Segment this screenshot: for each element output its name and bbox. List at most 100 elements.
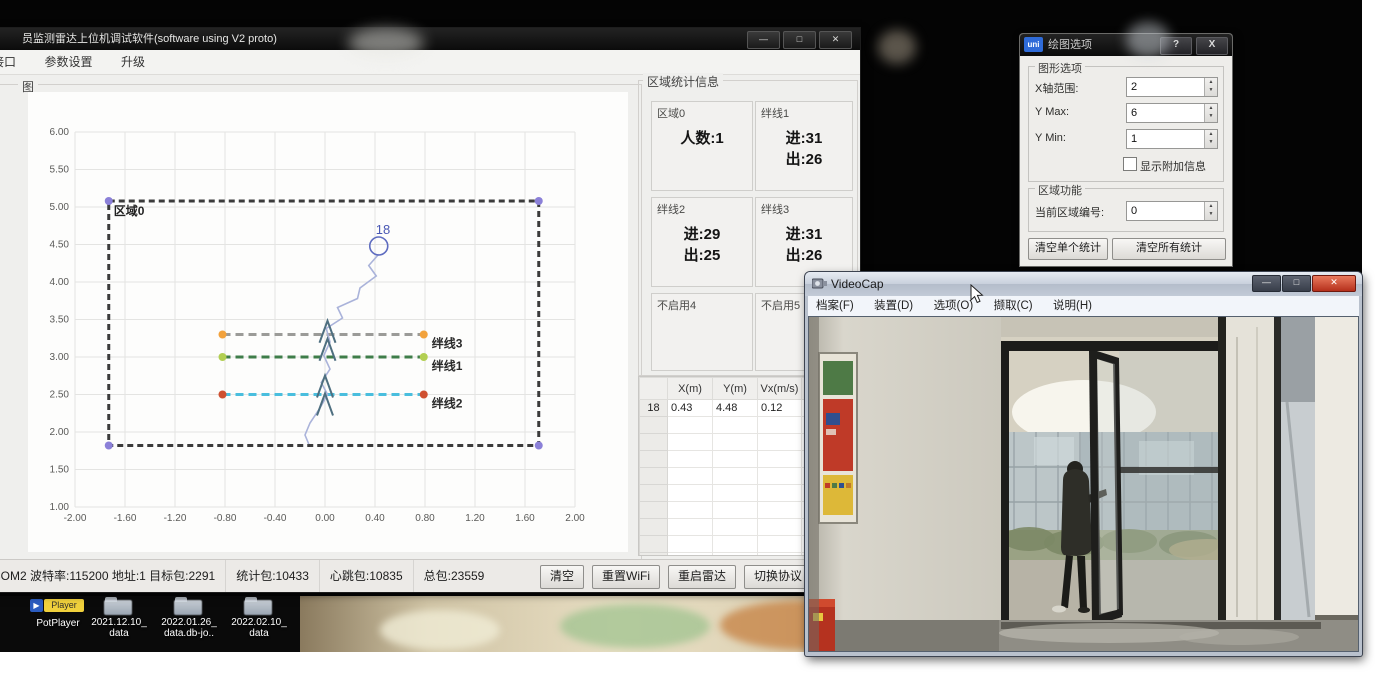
stat-value: 出:26 (786, 247, 823, 264)
spinner-arrows-icon[interactable]: ▲▼ (1204, 202, 1217, 220)
cell-id: 18 (640, 400, 668, 417)
stat-box-label: 区域0 (657, 105, 685, 121)
vcap-menu-device[interactable]: 装置(D) (866, 296, 921, 316)
videocap-maximize-button[interactable]: □ (1282, 275, 1311, 292)
y-min-label: Y Min: (1035, 132, 1066, 144)
radar-menubar: 接口 参数设置 升级 (0, 50, 860, 75)
stat-box-label: 绊线3 (761, 201, 789, 217)
screen: ▶ Player PotPlayer 2021.12.10_ data 2022… (0, 0, 1375, 679)
reset-wifi-button[interactable]: 重置WiFi (592, 565, 660, 589)
current-region-value: 0 (1131, 203, 1137, 219)
videocap-minimize-button[interactable]: — (1252, 275, 1281, 292)
svg-text:-1.20: -1.20 (164, 513, 187, 524)
stat-box-tripline1: 绊线1 进:31出:26 (755, 101, 853, 191)
stat-value: 出:25 (684, 247, 721, 264)
folder-label-line2: data (109, 628, 128, 639)
y-max-spinbox[interactable]: 6 ▲▼ (1126, 103, 1218, 123)
svg-text:1.20: 1.20 (465, 513, 485, 524)
blur-artifact (1126, 22, 1170, 58)
stat-box-tripline2: 绊线2 进:29 出:25 (651, 197, 753, 287)
stat-box-label: 不启用5 (761, 297, 800, 313)
svg-text:6.00: 6.00 (50, 127, 70, 138)
x-range-label: X轴范围: (1035, 80, 1078, 96)
dialog-title: 绘图选项 (1048, 34, 1092, 56)
col-y: Y(m) (713, 378, 758, 400)
svg-text:1.00: 1.00 (50, 502, 70, 513)
svg-text:-0.80: -0.80 (214, 513, 237, 524)
switch-protocol-button[interactable]: 切换协议 (744, 565, 812, 589)
show-extra-info-checkbox[interactable] (1123, 157, 1137, 171)
folder-icon-label[interactable]: 2022.01.26_ data.db-jo.. (156, 617, 222, 639)
plot-options-dialog: uni 绘图选项 ? X 图形选项 X轴范围: 2 ▲▼ Y Max: 6 ▲▼ (1020, 34, 1232, 266)
potplayer-logo-tag: Player (44, 599, 84, 612)
stats-panel-title: 区域统计信息 (643, 73, 723, 90)
blur-artifact (878, 30, 916, 64)
svg-text:1.60: 1.60 (515, 513, 535, 524)
clear-button[interactable]: 清空 (540, 565, 584, 589)
folder-icon-label[interactable]: 2022.02.10_ data (226, 617, 292, 639)
dialog-close-button[interactable]: X (1196, 37, 1228, 55)
cell-vx: 0.12 (758, 400, 802, 417)
camera-video-feed (808, 316, 1359, 652)
wallpaper-bowl (560, 604, 710, 648)
radar-plot: -2.00-1.60-1.20-0.80-0.400.000.400.801.2… (28, 92, 628, 552)
spinner-arrows-icon[interactable]: ▲▼ (1204, 104, 1217, 122)
uni-app-icon: uni (1024, 37, 1043, 52)
menu-item-parameters[interactable]: 参数设置 (32, 50, 104, 74)
x-range-value: 2 (1131, 79, 1137, 95)
svg-text:2.00: 2.00 (50, 427, 70, 438)
col-vx: Vx(m/s) (758, 378, 802, 400)
svg-text:3.00: 3.00 (50, 352, 70, 363)
stat-box-label: 不启用4 (657, 297, 696, 313)
region-function-title: 区域功能 (1035, 182, 1085, 198)
restart-radar-button[interactable]: 重启雷达 (668, 565, 736, 589)
minimize-button[interactable]: — (747, 31, 780, 49)
svg-text:区域0: 区域0 (114, 203, 145, 218)
dialog-body: 图形选项 X轴范围: 2 ▲▼ Y Max: 6 ▲▼ Y Min: 1 ▲▼ … (1020, 56, 1232, 266)
svg-text:绊线1: 绊线1 (432, 358, 463, 373)
clear-single-stat-button[interactable]: 清空单个统计 (1028, 238, 1108, 260)
svg-text:0.40: 0.40 (365, 513, 385, 524)
current-region-spinbox[interactable]: 0 ▲▼ (1126, 201, 1218, 221)
y-max-value: 6 (1131, 105, 1137, 121)
wallpaper-plate (380, 610, 500, 650)
stat-box-region0: 区域0 人数:1 (651, 101, 753, 191)
col-corner (640, 378, 668, 400)
stat-value: 进:29 (684, 226, 721, 243)
spinner-arrows-icon[interactable]: ▲▼ (1204, 130, 1217, 148)
cell-x: 0.43 (668, 400, 713, 417)
folder-icon[interactable] (174, 597, 202, 615)
stat-box-label: 绊线2 (657, 201, 685, 217)
menu-item-upgrade[interactable]: 升级 (109, 50, 157, 74)
stat-box-disabled4: 不启用4 (651, 293, 753, 371)
spinner-arrows-icon[interactable]: ▲▼ (1204, 78, 1217, 96)
close-button[interactable]: ✕ (819, 31, 852, 49)
y-min-spinbox[interactable]: 1 ▲▼ (1126, 129, 1218, 149)
folder-label-line1: 2021.12.10_ (91, 617, 147, 628)
stat-box-label: 绊线1 (761, 105, 789, 121)
folder-icon[interactable] (104, 597, 132, 615)
videocap-close-button[interactable]: ✕ (1312, 275, 1356, 292)
svg-text:2.50: 2.50 (50, 390, 70, 401)
stat-value: 人数:1 (680, 130, 723, 147)
potplayer-icon[interactable]: ▶ Player (30, 598, 86, 614)
vcap-menu-help[interactable]: 说明(H) (1045, 296, 1100, 316)
col-x: X(m) (668, 378, 713, 400)
vcap-menu-capture[interactable]: 撷取(C) (986, 296, 1041, 316)
maximize-button[interactable]: □ (783, 31, 816, 49)
svg-text:1.50: 1.50 (50, 465, 70, 476)
menu-item-interface[interactable]: 接口 (0, 50, 28, 74)
radar-window-title: 员监测雷达上位机调试软件(software using V2 proto) (0, 33, 277, 45)
svg-text:-1.60: -1.60 (114, 513, 137, 524)
svg-text:0.80: 0.80 (415, 513, 435, 524)
videocap-titlebar[interactable]: VideoCap — □ ✕ (805, 272, 1362, 296)
x-range-spinbox[interactable]: 2 ▲▼ (1126, 77, 1218, 97)
vcap-menu-file[interactable]: 档案(F) (808, 296, 862, 316)
radar-window-titlebar[interactable]: 员监测雷达上位机调试软件(software using V2 proto) — … (0, 28, 860, 50)
folder-icon[interactable] (244, 597, 272, 615)
folder-icon-label[interactable]: 2021.12.10_ data (86, 617, 152, 639)
svg-text:2.00: 2.00 (565, 513, 585, 524)
svg-text:4.00: 4.00 (50, 277, 70, 288)
stat-value: 出:26 (786, 151, 823, 168)
clear-all-stats-button[interactable]: 清空所有统计 (1112, 238, 1226, 260)
